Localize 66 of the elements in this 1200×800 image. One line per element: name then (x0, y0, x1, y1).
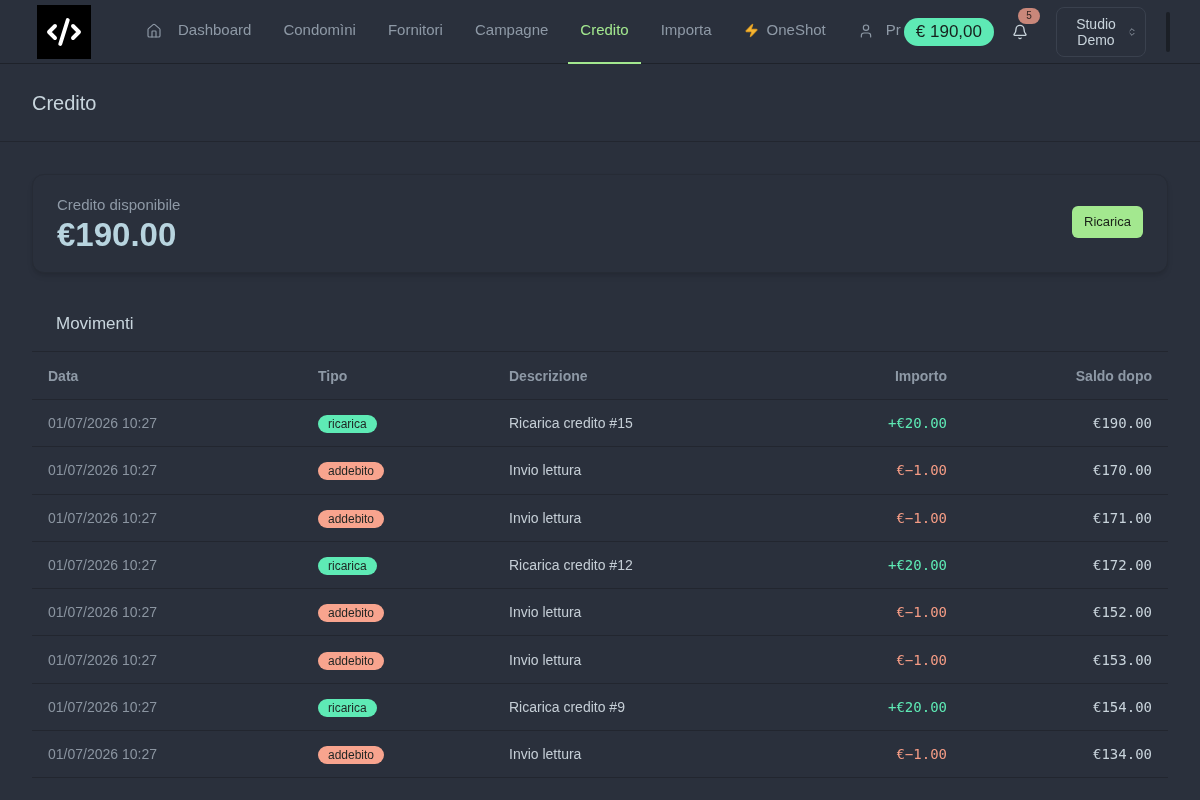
column-header: Descrizione (509, 367, 588, 384)
balance-cell: €190.00 (1093, 415, 1152, 432)
description-cell: Invio lettura (509, 462, 582, 479)
column-header: Tipo (318, 367, 348, 384)
type-tag: ricarica (318, 557, 377, 576)
balance-cell: €134.00 (1093, 746, 1152, 763)
nav-tab[interactable]: Fornitori (375, 0, 455, 64)
amount-cell: €−1.00 (896, 462, 947, 479)
type-tag: ricarica (318, 698, 377, 717)
panel-title: Movimenti (56, 313, 134, 336)
column-header: Importo (894, 367, 947, 384)
type-tag: ricarica (318, 415, 377, 434)
nav-tab[interactable]: Importa (648, 0, 724, 64)
page-title: Credito (32, 90, 97, 116)
notification-count: 5 (1018, 7, 1040, 24)
column-header: Saldo dopo (1075, 367, 1152, 384)
type-tag: addebito (318, 604, 385, 623)
nav-tab[interactable]: Pr (845, 0, 901, 64)
date-cell: 01/07/2026 10:27 (48, 509, 157, 526)
balance-chip[interactable]: € 190,00 (903, 17, 994, 46)
credit-label: Credito disponibile (57, 194, 181, 215)
type-tag: addebito (318, 509, 385, 528)
credit-amount: €190.00 (57, 216, 178, 253)
amount-cell: +€20.00 (888, 698, 947, 715)
balance-cell: €153.00 (1093, 651, 1152, 668)
description-cell: Invio lettura (509, 651, 582, 668)
amount-cell: +€20.00 (888, 415, 947, 432)
type-tag: addebito (318, 746, 385, 765)
balance-cell: €172.00 (1093, 557, 1152, 574)
date-cell: 01/07/2026 10:27 (48, 415, 157, 432)
column-header: Data (48, 367, 79, 384)
home-icon (146, 22, 162, 39)
chevrons-icon (1127, 26, 1137, 37)
nav-tab[interactable]: Dashboard (134, 0, 264, 64)
description-cell: Invio lettura (509, 509, 582, 526)
amount-cell: €−1.00 (896, 509, 947, 526)
amount-cell: €−1.00 (896, 604, 947, 621)
lightning-icon (743, 23, 759, 38)
type-tag: addebito (318, 651, 385, 670)
date-cell: 01/07/2026 10:27 (48, 462, 157, 479)
recharge-button[interactable]: Ricarica (1072, 205, 1143, 238)
amount-cell: €−1.00 (896, 651, 947, 668)
date-cell: 01/07/2026 10:27 (48, 651, 157, 668)
nav-tab[interactable]: Campagne (462, 0, 561, 64)
nav-tab[interactable]: OneShot (731, 0, 838, 64)
description-cell: Ricarica credito #15 (509, 415, 633, 432)
description-cell: Invio lettura (509, 604, 582, 621)
amount-cell: +€20.00 (888, 557, 947, 574)
date-cell: 01/07/2026 10:27 (48, 557, 157, 574)
code-logo-icon[interactable] (37, 4, 91, 59)
balance-cell: €154.00 (1093, 698, 1152, 715)
nav-tab[interactable]: Credito (568, 0, 641, 64)
balance-cell: €170.00 (1093, 462, 1152, 479)
description-cell: Ricarica credito #9 (509, 698, 625, 715)
amount-cell: €−1.00 (896, 746, 947, 763)
bell-icon[interactable] (1012, 23, 1028, 40)
description-cell: Ricarica credito #12 (509, 557, 633, 574)
nav-tab[interactable]: Condomìni (271, 0, 368, 64)
date-cell: 01/07/2026 10:27 (48, 698, 157, 715)
type-tag: addebito (318, 462, 385, 481)
balance-cell: €152.00 (1093, 604, 1152, 621)
account-switcher[interactable]: Studio Demo (1056, 6, 1146, 57)
date-cell: 01/07/2026 10:27 (48, 746, 157, 763)
description-cell: Invio lettura (509, 746, 582, 763)
balance-cell: €171.00 (1093, 509, 1152, 526)
date-cell: 01/07/2026 10:27 (48, 604, 157, 621)
